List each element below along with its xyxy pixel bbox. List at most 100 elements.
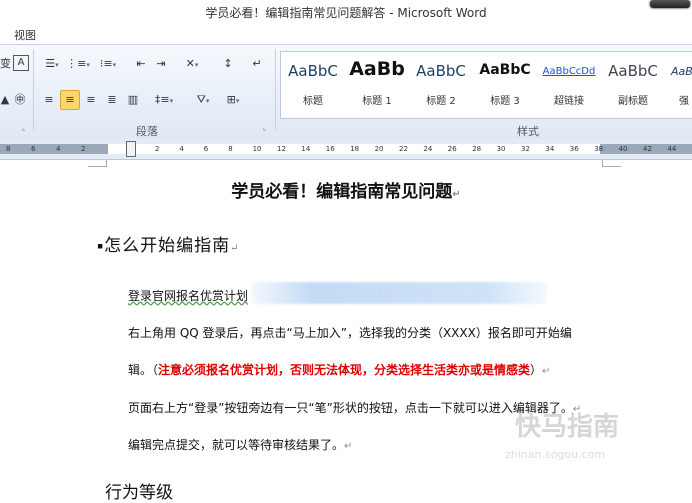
style-sample: AaBb [671, 65, 692, 78]
ruler-tick-label: 34 [545, 144, 554, 154]
ruler-tick-label: 18 [350, 144, 359, 154]
multilevel-list-button[interactable]: ⁝≡▾ [93, 55, 123, 73]
horizontal-ruler[interactable]: 8642 24681012141618202224262830323436384… [0, 139, 692, 160]
indent-marker-icon[interactable] [126, 141, 136, 157]
style-name: 标题 1 [345, 92, 409, 107]
paragraph-4[interactable]: 页面右上方“登录”按钮旁边有一只“笔”形状的按钮，点击一下就可以进入编辑器了。↵ [128, 399, 581, 416]
ruler-tick-label: 36 [570, 144, 579, 154]
watermark-text: 快马指南 [515, 406, 619, 443]
ruler-tick-label: 10 [253, 144, 262, 154]
paragraph-5[interactable]: 编辑完点提交，就可以等待审核结果了。↵ [128, 436, 352, 453]
justify-button[interactable]: ≣ [103, 91, 121, 109]
style-title[interactable]: AaBbC 标题 [281, 52, 345, 118]
paragraph-dialog-launcher-icon[interactable]: ⌞ [263, 124, 271, 132]
paragraph-1[interactable]: 登录官网报名优赏计划 [128, 287, 248, 304]
align-center-button[interactable]: ≡ [60, 90, 80, 110]
window-controls[interactable] [650, 0, 690, 8]
style-subtitle[interactable]: AaBbC 副标题 [601, 52, 665, 118]
line-spacing-button[interactable]: ‡≡▾ [152, 91, 176, 109]
numbering-button[interactable]: ⋮≡▾ [66, 55, 90, 73]
style-name: 副标题 [601, 92, 665, 107]
ruler-tick-label: 8 [228, 144, 232, 154]
style-name: 强 [679, 92, 692, 107]
heading-how-to-start[interactable]: ▪怎么开始编指南↵ [97, 231, 240, 256]
ruler-tick-label: 8 [6, 144, 10, 154]
heading-cut-off[interactable]: 行为等级 [105, 478, 173, 503]
style-sample: AaBb [345, 58, 409, 80]
style-sample: AaBbC [409, 62, 473, 80]
char-shading-icon[interactable]: ▲ [0, 91, 10, 109]
redacted-region [252, 282, 547, 304]
styles-group-label: 样式 [517, 123, 539, 139]
borders-button[interactable]: ⊞▾ [220, 91, 246, 109]
style-sample: AaBbC [281, 62, 345, 80]
margin-corner-left [88, 160, 107, 167]
ruler-tick-label: 40 [619, 144, 628, 154]
paragraph-1-text: 登录官网报名优赏计划 [128, 289, 248, 303]
ruler-tick-label: 32 [521, 144, 530, 154]
sort-button[interactable]: ↕ [218, 55, 238, 73]
style-sample: AaBbC [473, 62, 537, 78]
style-hyperlink[interactable]: AaBbCcDd 超链接 [537, 52, 601, 118]
ruler-tick-label: 16 [326, 144, 335, 154]
bullets-button[interactable]: ☰▾ [40, 55, 64, 73]
paragraph-mark: ↵ [344, 441, 352, 452]
ruler-tick-label: 22 [399, 144, 408, 154]
char-border-icon[interactable]: A [13, 55, 29, 71]
paragraph-3-end: ） [530, 363, 542, 377]
style-strong[interactable]: AaBb 强 [665, 52, 692, 118]
ruler-tick-label: 24 [423, 144, 432, 154]
style-heading-3[interactable]: AaBbC 标题 3 [473, 52, 537, 118]
style-sample: AaBbCcDd [537, 66, 601, 77]
title-bar: 学员必看！编辑指南常见问题解答 - Microsoft Word [0, 0, 692, 22]
distributed-button[interactable]: ▥ [124, 91, 142, 109]
watermark-url: zhinan.sogou.com [505, 448, 605, 461]
ruler-tick-label: 44 [667, 144, 676, 154]
ruler-tick-label: 6 [204, 144, 208, 154]
style-name: 标题 2 [409, 92, 473, 107]
align-right-button[interactable]: ≡ [82, 91, 100, 109]
ruler-tick-label: 2 [81, 144, 85, 154]
style-name: 标题 3 [473, 92, 537, 107]
paragraph-mark: ↵ [542, 366, 550, 377]
decrease-indent-button[interactable]: ⇤ [132, 55, 150, 73]
font-partial-icon[interactable]: 变 [0, 55, 10, 73]
document-title[interactable]: 学员必看！编辑指南常见问题↵ [0, 177, 692, 202]
ruler-tick-label: 42 [643, 144, 652, 154]
paragraph-3-warning: 注意必须报名优赏计划，否则无法体现，分类选择生活类亦或是情感类 [158, 363, 530, 377]
paragraph-3[interactable]: 辑。（注意必须报名优赏计划，否则无法体现，分类选择生活类亦或是情感类）↵ [128, 361, 550, 378]
ribbon-tabs: 视图 [0, 22, 692, 44]
enclose-char-icon[interactable]: ㊥ [13, 91, 27, 109]
show-marks-button[interactable]: ↵ [248, 55, 266, 73]
style-name: 超链接 [537, 92, 601, 107]
increase-indent-button[interactable]: ⇥ [152, 55, 170, 73]
document-title-text: 学员必看！编辑指南常见问题 [231, 182, 452, 202]
paragraph-2[interactable]: 右上角用 QQ 登录后，再点击“马上加入”，选择我的分类（XXXX）报名即可开始… [128, 324, 572, 341]
font-dialog-launcher-icon[interactable]: ⌞ [22, 124, 30, 132]
window-title: 学员必看！编辑指南常见问题解答 - Microsoft Word [0, 4, 692, 21]
ruler-tick-label: 26 [448, 144, 457, 154]
styles-gallery: AaBbC 标题 AaBb 标题 1 AaBbC 标题 2 AaBbC 标题 3… [280, 51, 692, 119]
tab-view[interactable]: 视图 [14, 27, 36, 43]
paragraph-group-label: 段落 [136, 123, 158, 139]
style-heading-1[interactable]: AaBb 标题 1 [345, 52, 409, 118]
paragraph-mark: ↵ [452, 189, 460, 200]
ruler-tick-label: 6 [31, 144, 35, 154]
ribbon: 变 A ▲ ㊥ ☰▾ ⋮≡▾ ⁝≡▾ ⇤ ⇥ ✕▾ ↕ ↵ ≡ ≡ ≡ ≣ ▥ … [0, 44, 692, 141]
paragraph-mark: ↵ [230, 243, 239, 254]
line-spacing-icon: ‡≡ [155, 93, 170, 106]
align-left-button[interactable]: ≡ [40, 91, 58, 109]
style-name: 标题 [281, 92, 345, 107]
group-separator [33, 49, 34, 131]
ruler-tick-label: 28 [472, 144, 481, 154]
paragraph-5-text: 编辑完点提交，就可以等待审核结果了。 [128, 438, 344, 452]
chinese-layout-button[interactable]: ✕▾ [180, 55, 204, 73]
ruler-tick-label: 12 [277, 144, 286, 154]
ruler-tick-label: 30 [497, 144, 506, 154]
heading-text: 怎么开始编指南 [104, 236, 230, 256]
shading-button[interactable]: ⛛▾ [190, 91, 216, 109]
style-sample: AaBbC [601, 62, 665, 80]
document-page[interactable]: 学员必看！编辑指南常见问题↵ ▪怎么开始编指南↵ 登录官网报名优赏计划 右上角用… [0, 160, 692, 489]
style-heading-2[interactable]: AaBbC 标题 2 [409, 52, 473, 118]
paragraph-3-start: 辑。（ [128, 363, 158, 377]
